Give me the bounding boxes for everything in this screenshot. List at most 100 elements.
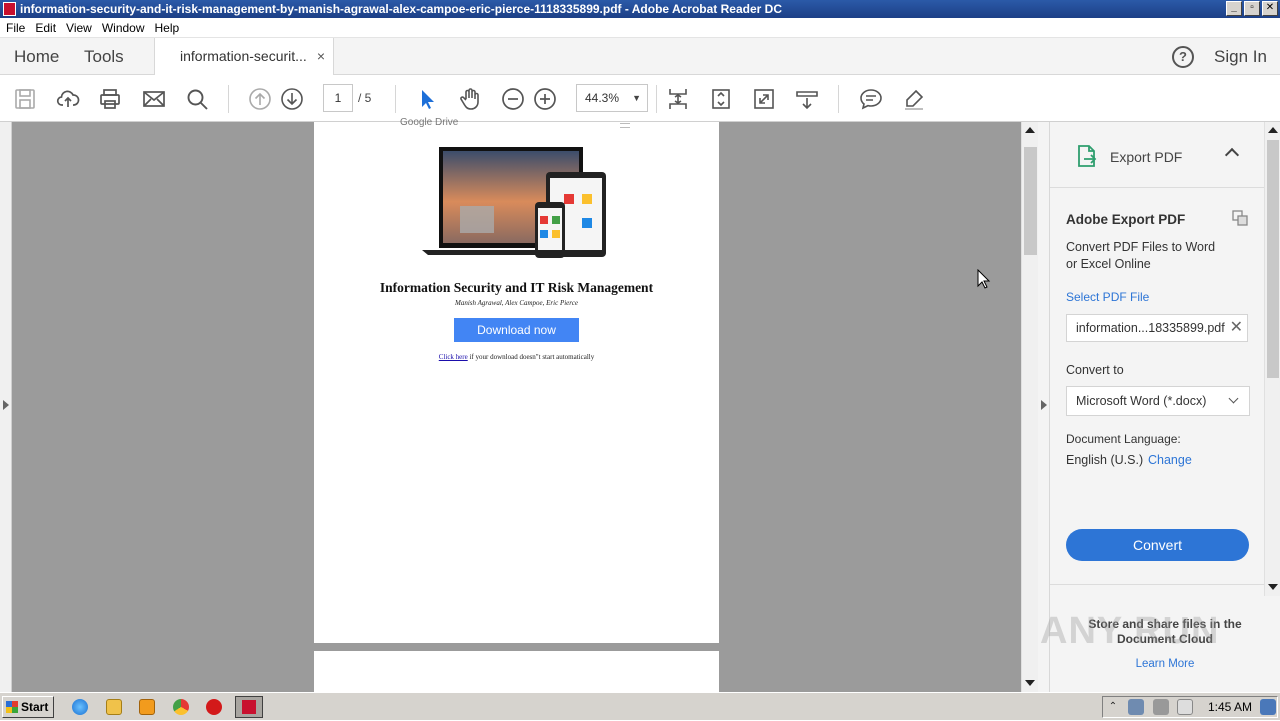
copy-icon[interactable] (1232, 210, 1248, 226)
window-title: information-security-and-it-risk-managem… (20, 2, 782, 16)
menu-view[interactable]: View (64, 21, 100, 35)
caret-down-icon: ▼ (632, 93, 641, 103)
show-desktop-icon[interactable] (1260, 699, 1276, 715)
left-panel-toggle[interactable] (0, 122, 12, 692)
folder-icon[interactable] (106, 699, 122, 715)
export-pdf-panel: Export PDF Adobe Export PDF Convert PDF … (1050, 122, 1265, 692)
panel-lower-area (1264, 596, 1280, 692)
next-page-icon[interactable] (280, 87, 304, 111)
comment-icon[interactable] (859, 87, 883, 111)
toolbar-separator (838, 85, 839, 113)
prev-page-icon[interactable] (248, 87, 272, 111)
network-icon[interactable] (1128, 699, 1144, 715)
opera-icon[interactable] (206, 699, 222, 715)
volume-icon[interactable] (1153, 699, 1169, 715)
export-description-line1: Convert PDF Files to Word (1066, 240, 1216, 254)
tab-home[interactable]: Home (14, 38, 59, 75)
document-language-value: English (U.S.) (1066, 453, 1144, 467)
clock: 1:45 AM (1208, 700, 1253, 714)
highlight-icon[interactable] (902, 87, 926, 111)
menu-file[interactable]: File (4, 21, 33, 35)
tab-document-label: information-securit... (180, 48, 307, 64)
tray-expand-icon[interactable]: ⌃ (1108, 699, 1118, 715)
close-tab-icon[interactable]: × (317, 38, 325, 75)
menu-window[interactable]: Window (100, 21, 153, 35)
select-pdf-file-label[interactable]: Select PDF File (1066, 290, 1149, 304)
panel-scroll-down-icon[interactable] (1268, 584, 1278, 590)
windows-flag-icon (6, 701, 18, 713)
pdf-page-1: Google Drive Information Security and IT… (314, 117, 719, 643)
media-player-icon[interactable] (139, 699, 155, 715)
convert-button[interactable]: Convert (1066, 529, 1249, 561)
zoom-value: 44.3% (585, 91, 620, 105)
chevron-down-icon (1228, 393, 1239, 404)
sign-in-link[interactable]: Sign In (1214, 38, 1267, 75)
acrobat-icon (242, 700, 256, 714)
hand-icon[interactable] (458, 87, 482, 111)
panel-scroll-up-icon[interactable] (1268, 127, 1278, 133)
tab-tools[interactable]: Tools (84, 38, 124, 75)
fit-page-icon[interactable] (666, 87, 690, 111)
start-button[interactable]: Start (2, 696, 54, 718)
menu-edit[interactable]: Edit (33, 21, 64, 35)
export-pdf-header[interactable]: Export PDF (1050, 122, 1265, 188)
pdf-click-here-link[interactable]: Click here (439, 353, 468, 361)
zoom-out-icon[interactable] (501, 87, 525, 111)
devices-illustration (422, 147, 606, 258)
help-icon[interactable]: ? (1172, 46, 1194, 68)
tab-document[interactable]: information-securit... × (154, 38, 334, 76)
taskbar: Start ⌃ 1:45 AM (0, 692, 1280, 720)
chrome-icon[interactable] (173, 699, 189, 715)
acrobat-app-icon (3, 2, 16, 16)
minimize-button[interactable]: _ (1226, 1, 1242, 16)
tab-bar: Home Tools information-securit... × Sign… (0, 38, 1280, 76)
menu-help[interactable]: Help (153, 21, 188, 35)
export-description-line2: or Excel Online (1066, 257, 1151, 271)
email-icon[interactable] (142, 87, 166, 111)
pdf-click-here-line: Click here if your download doesn"t star… (314, 353, 719, 361)
document-scroll-thumb[interactable] (1024, 147, 1037, 255)
scroll-up-icon[interactable] (1025, 127, 1035, 133)
start-label: Start (21, 700, 49, 714)
full-screen-icon[interactable] (752, 87, 776, 111)
document-scrollbar[interactable] (1021, 122, 1038, 692)
action-center-flag-icon[interactable] (1177, 699, 1193, 715)
select-arrow-icon[interactable] (415, 87, 439, 111)
print-icon[interactable] (98, 87, 122, 111)
pdf-authors: Manish Agrawal, Alex Campoe, Eric Pierce (455, 299, 578, 307)
selected-file-name: information...18335899.pdf (1076, 321, 1225, 335)
selected-file-field[interactable]: information...18335899.pdf ✕ (1066, 314, 1248, 342)
document-language-label: Document Language: (1066, 432, 1181, 446)
zoom-in-icon[interactable] (533, 87, 557, 111)
close-window-button[interactable]: ✕ (1262, 1, 1278, 16)
save-icon[interactable] (13, 87, 37, 111)
pdf-page-2 (314, 651, 719, 692)
search-icon[interactable] (185, 87, 209, 111)
rotate-icon[interactable] (709, 87, 733, 111)
clear-file-icon[interactable]: ✕ (1230, 315, 1243, 341)
panel-scrollbar[interactable] (1264, 122, 1280, 596)
window-titlebar: information-security-and-it-risk-managem… (0, 0, 1280, 18)
scroll-down-icon[interactable] (1025, 680, 1035, 686)
convert-to-select[interactable]: Microsoft Word (*.docx) (1066, 386, 1250, 416)
page-number-input[interactable]: 1 (323, 84, 353, 112)
pdf-download-button[interactable]: Download now (454, 318, 579, 342)
toolbar-separator (228, 85, 229, 113)
mouse-cursor-icon (977, 269, 991, 289)
zoom-select[interactable]: 44.3% ▼ (576, 84, 648, 112)
panel-scroll-thumb[interactable] (1267, 140, 1279, 378)
convert-to-value: Microsoft Word (*.docx) (1076, 394, 1207, 408)
ie-icon[interactable] (72, 699, 88, 715)
right-panel-toggle[interactable] (1038, 122, 1050, 692)
learn-more-link[interactable]: Learn More (1075, 658, 1255, 670)
maximize-button[interactable]: ▫ (1244, 1, 1260, 16)
collapse-arrow-icon (1041, 400, 1047, 410)
export-pdf-title: Export PDF (1110, 149, 1183, 165)
acrobat-taskbar-button[interactable] (235, 696, 263, 718)
scroll-mode-icon[interactable] (795, 87, 819, 111)
change-language-link[interactable]: Change (1148, 453, 1192, 467)
pdf-click-here-rest: if your download doesn"t start automatic… (467, 353, 595, 361)
upload-icon[interactable] (56, 87, 80, 111)
chevron-up-icon[interactable] (1224, 147, 1240, 163)
menu-lines-icon (620, 123, 630, 128)
